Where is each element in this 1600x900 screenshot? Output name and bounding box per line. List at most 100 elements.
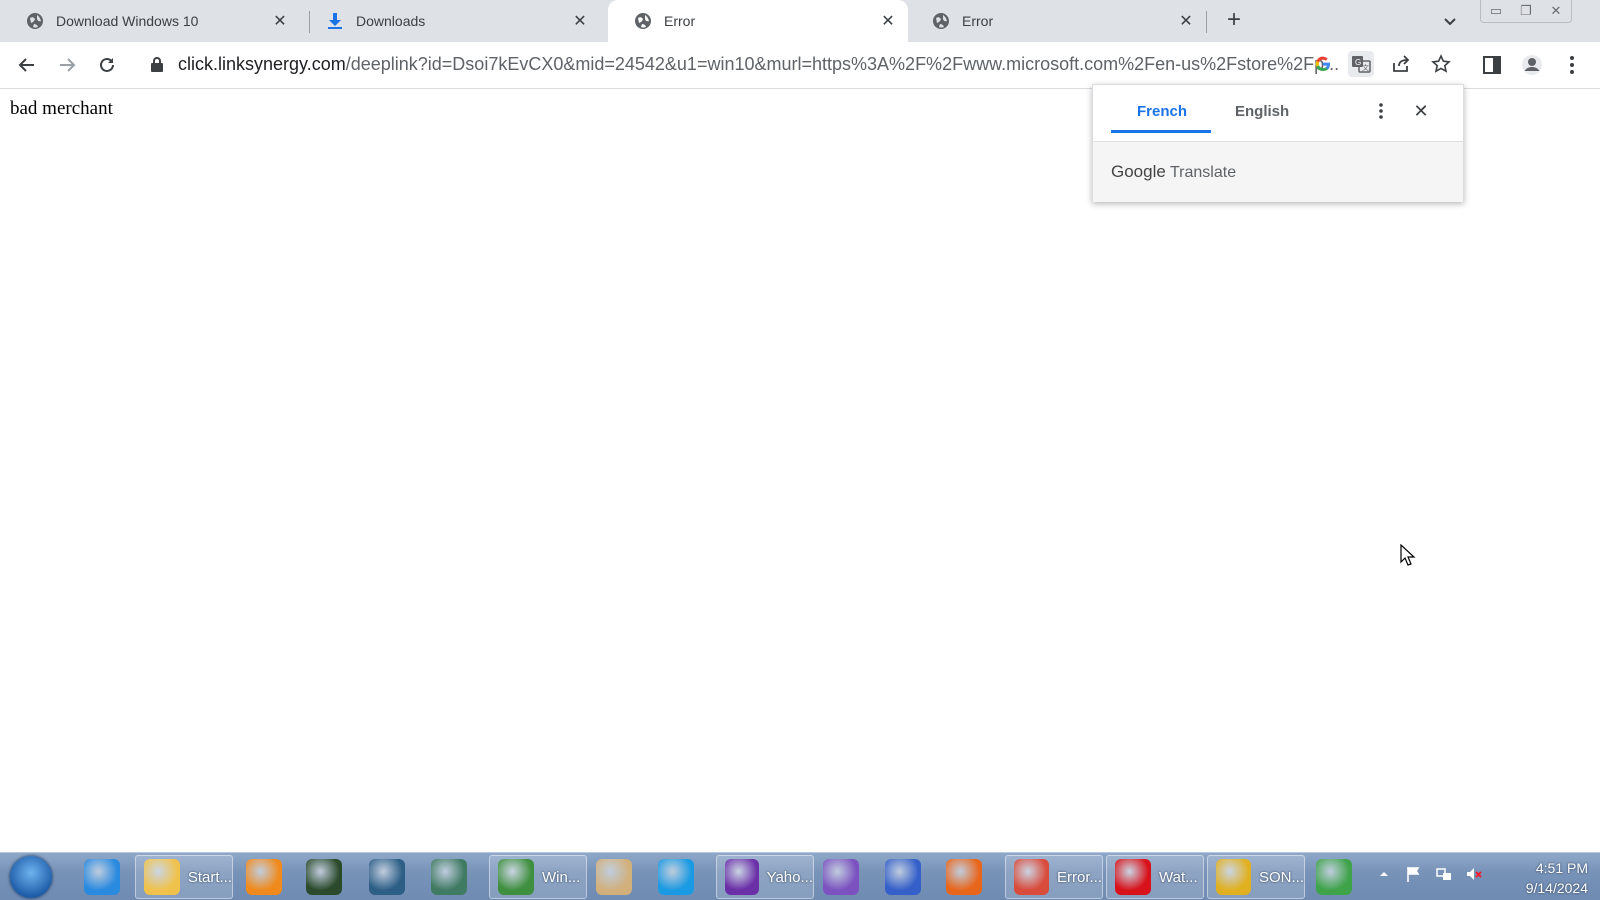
taskbar-item[interactable] <box>300 855 348 899</box>
translate-popup: French English ✕ Google Translate <box>1092 84 1464 202</box>
taskbar-item[interactable]: Start... <box>135 855 233 899</box>
url-text[interactable]: click.linksynergy.com/deeplink?id=Dsoi7k… <box>178 54 1339 75</box>
vertical-dots-icon <box>1570 56 1574 74</box>
taskbar-item[interactable] <box>652 855 700 899</box>
steam-icon <box>369 859 405 895</box>
taskbar-item[interactable]: Error... <box>1005 855 1103 899</box>
start-button-windows-orb-icon[interactable] <box>10 856 52 898</box>
tab-download-windows-10[interactable]: Download Windows 10 ✕ <box>0 0 300 42</box>
taskbar-item[interactable] <box>240 855 288 899</box>
clock-date: 9/14/2024 <box>1525 880 1588 896</box>
tab-title: Downloads <box>356 13 426 29</box>
translate-options-button[interactable] <box>1371 101 1391 121</box>
close-tab-icon[interactable]: ✕ <box>1176 11 1196 31</box>
globe-icon <box>26 12 44 30</box>
address-bar[interactable]: click.linksynergy.com/deeplink?id=Dsoi7k… <box>136 46 1470 82</box>
users-icon <box>498 859 534 895</box>
reload-icon <box>100 57 114 72</box>
taskbar-item[interactable] <box>940 855 988 899</box>
page-body-text: bad merchant <box>10 98 113 119</box>
opera-icon <box>1115 859 1151 895</box>
system-clock[interactable]: 4:51 PM 9/14/2024 <box>1500 858 1588 898</box>
translate-close-icon[interactable]: ✕ <box>1411 101 1431 121</box>
terminal-icon <box>306 859 342 895</box>
google-translate-logo: Google Translate <box>1111 162 1236 182</box>
taskbar-item[interactable]: Yaho... <box>716 855 814 899</box>
minimize-button[interactable]: ▭ <box>1481 0 1511 22</box>
profile-avatar-icon <box>1522 55 1542 75</box>
window-controls: ▭ ❐ ✕ <box>1480 0 1572 23</box>
tab-divider <box>1206 11 1207 33</box>
chrome-icon <box>1014 859 1049 895</box>
taskbar-item[interactable] <box>363 855 411 899</box>
taskbar-item[interactable] <box>78 855 126 899</box>
bookmark-star-icon[interactable] <box>1428 51 1454 77</box>
taskbar-item-label: Error... <box>1056 868 1102 886</box>
taskbar-item[interactable]: Win... <box>489 855 587 899</box>
vertical-dots-icon <box>1379 103 1383 119</box>
google-lens-icon[interactable] <box>1310 51 1336 77</box>
restore-button[interactable]: ❐ <box>1511 0 1541 22</box>
selected-tab-indicator <box>1111 130 1211 133</box>
google-wordmark: Google <box>1111 162 1166 181</box>
taskbar-item[interactable]: Wat... <box>1106 855 1204 899</box>
tab-title: Error <box>664 13 696 29</box>
taskbar-item-label: Win... <box>542 868 581 886</box>
globe-icon <box>932 12 950 30</box>
svg-text:文: 文 <box>1362 63 1369 72</box>
network-icon[interactable] <box>1435 865 1453 883</box>
chrome-menu-button[interactable] <box>1558 51 1586 79</box>
volume-muted-icon[interactable] <box>1465 865 1483 883</box>
lock-icon[interactable] <box>150 56 164 72</box>
internet-explorer-icon <box>84 859 120 895</box>
tab-search-chevron-icon[interactable] <box>1440 11 1460 31</box>
taskbar-item[interactable] <box>817 855 865 899</box>
download-icon <box>326 12 344 30</box>
close-tab-icon[interactable]: ✕ <box>878 11 898 31</box>
mouse-cursor-icon <box>1400 544 1416 566</box>
side-panel-icon <box>1483 56 1501 74</box>
close-tab-icon[interactable]: ✕ <box>270 11 290 31</box>
action-center-flag-icon[interactable] <box>1405 865 1423 883</box>
target-language-tab[interactable]: English <box>1235 103 1289 120</box>
side-panel-button[interactable] <box>1478 51 1506 79</box>
folder-icon <box>144 859 180 895</box>
media-player-icon <box>246 859 282 895</box>
translate-icon[interactable]: G文 <box>1348 51 1374 77</box>
tab-error-active[interactable]: Error ✕ <box>608 0 908 42</box>
sonic-icon <box>1216 859 1251 895</box>
new-tab-button[interactable]: + <box>1222 8 1246 33</box>
tab-title: Download Windows 10 <box>56 13 199 29</box>
share-icon[interactable] <box>1388 51 1414 77</box>
tab-downloads[interactable]: Downloads ✕ <box>300 0 600 42</box>
translate-wordmark: Translate <box>1169 164 1237 181</box>
yahoo-messenger-icon <box>725 859 759 895</box>
paint-icon <box>596 859 632 895</box>
system-tray <box>1375 865 1483 883</box>
taskbar-item-label: Wat... <box>1159 868 1198 886</box>
forward-button[interactable] <box>53 51 81 79</box>
taskbar-item[interactable] <box>590 855 638 899</box>
firefox-icon <box>946 859 982 895</box>
taskbar-item-label: Yaho... <box>766 868 813 886</box>
visual-studio-icon <box>823 859 859 895</box>
taskbar-item[interactable] <box>425 855 473 899</box>
windows-flag-icon <box>1316 859 1352 895</box>
reload-button[interactable] <box>93 51 121 79</box>
url-path: /deeplink?id=Dsoi7kEvCX0&mid=24542&u1=wi… <box>345 54 1340 74</box>
taskbar-item[interactable] <box>1310 855 1358 899</box>
tray-expand-icon[interactable] <box>1375 865 1393 883</box>
source-language-tab[interactable]: French <box>1137 103 1187 120</box>
taskbar-item-label: SON... <box>1258 868 1304 886</box>
window-app-icon <box>431 859 467 895</box>
taskbar-item[interactable]: SON... <box>1207 855 1305 899</box>
close-tab-icon[interactable]: ✕ <box>570 11 590 31</box>
close-window-button[interactable]: ✕ <box>1541 0 1571 22</box>
back-button[interactable] <box>13 51 41 79</box>
taskbar: Start... Win... Yaho... Error... Wat... SON..… <box>0 852 1600 900</box>
taskbar-item[interactable] <box>879 855 927 899</box>
flame-icon <box>885 859 921 895</box>
profile-button[interactable] <box>1518 51 1546 79</box>
tab-error[interactable]: Error ✕ <box>906 0 1206 42</box>
tab-strip: Download Windows 10 ✕ Downloads ✕ Error … <box>0 0 1600 42</box>
